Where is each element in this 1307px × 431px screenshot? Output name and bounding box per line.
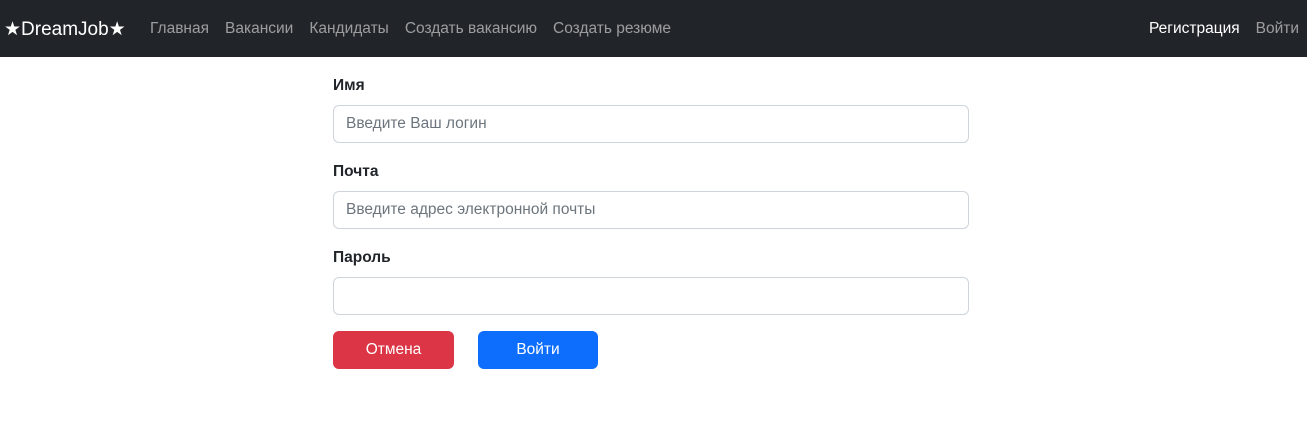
- top-navbar: ★DreamJob★ Главная Вакансии Кандидаты Со…: [0, 0, 1307, 57]
- password-field-group: Пароль: [333, 248, 969, 315]
- name-label: Имя: [333, 77, 365, 94]
- main-nav: Главная Вакансии Кандидаты Создать вакан…: [150, 0, 687, 57]
- nav-link-create-vacancy[interactable]: Создать вакансию: [405, 20, 537, 38]
- nav-link-create-resume[interactable]: Создать резюме: [553, 20, 671, 38]
- nav-link-candidates[interactable]: Кандидаты: [309, 20, 388, 38]
- auth-nav: Регистрация Войти: [1133, 0, 1299, 57]
- password-label: Пароль: [333, 249, 391, 266]
- name-field-group: Имя: [333, 76, 969, 143]
- nav-link-register[interactable]: Регистрация: [1149, 20, 1240, 38]
- cancel-button[interactable]: Отмена: [333, 331, 454, 369]
- nav-link-home[interactable]: Главная: [150, 20, 209, 38]
- nav-link-login[interactable]: Войти: [1256, 20, 1299, 38]
- name-input[interactable]: [333, 105, 969, 143]
- password-input[interactable]: [333, 277, 969, 315]
- brand-logo[interactable]: ★DreamJob★: [4, 18, 126, 42]
- email-label: Почта: [333, 163, 379, 180]
- email-field-group: Почта: [333, 162, 969, 229]
- email-input[interactable]: [333, 191, 969, 229]
- nav-link-vacancies[interactable]: Вакансии: [225, 20, 293, 38]
- submit-button[interactable]: Войти: [478, 331, 598, 369]
